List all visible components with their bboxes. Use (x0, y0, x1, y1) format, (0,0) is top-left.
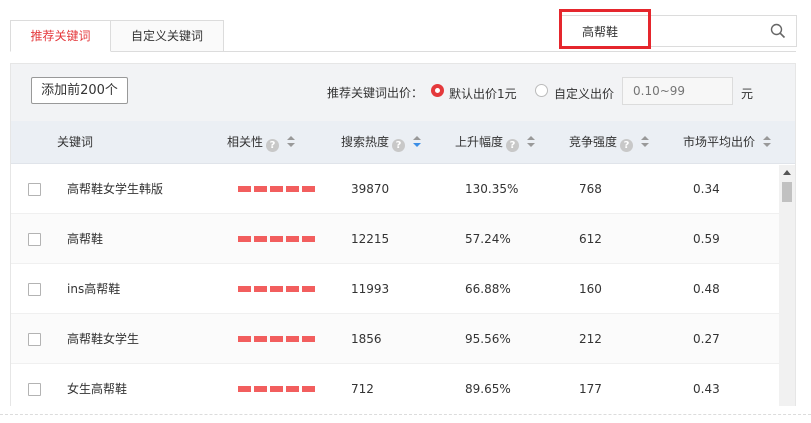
table-row: ins高帮鞋 11993 66.88% 160 0.48 (11, 264, 795, 314)
radio-custom-bid[interactable] (535, 84, 548, 97)
scroll-up-icon[interactable] (783, 170, 791, 175)
table-header: 关键词 相关性? 搜索热度? 上升幅度? 竞争强度? 市场平均出价 (11, 121, 795, 164)
table-body: 高帮鞋女学生韩版 39870 130.35% 768 0.34 高帮鞋 1221… (11, 164, 795, 407)
search-heat-cell: 11993 (351, 282, 390, 296)
help-icon[interactable]: ? (620, 139, 634, 152)
radio-default-bid[interactable] (431, 84, 444, 97)
search-icon[interactable] (770, 23, 786, 39)
rise-cell: 66.88% (465, 282, 511, 296)
add-top-200-button[interactable]: 添加前200个 (31, 77, 128, 104)
bottom-divider (0, 414, 811, 415)
sort-icon[interactable] (641, 136, 650, 148)
row-checkbox[interactable] (28, 233, 41, 246)
help-icon[interactable]: ? (392, 139, 406, 152)
scroll-thumb[interactable] (782, 182, 792, 202)
row-checkbox[interactable] (28, 333, 41, 346)
rise-cell: 130.35% (465, 182, 519, 196)
keyword-cell: 高帮鞋女学生韩版 (67, 182, 164, 196)
search-heat-cell: 12215 (351, 232, 390, 246)
keyword-cell: ins高帮鞋 (67, 282, 121, 296)
tab-underline (224, 51, 796, 52)
avg-bid-cell: 0.27 (693, 332, 720, 346)
keyword-cell: 高帮鞋女学生 (67, 332, 140, 346)
help-icon[interactable]: ? (506, 139, 520, 152)
radio-default-bid-label[interactable]: 默认出价1元 (449, 85, 517, 102)
relevance-bars (238, 186, 315, 192)
row-checkbox[interactable] (28, 383, 41, 396)
keyword-tabs: 推荐关键词 自定义关键词 (10, 20, 224, 52)
competition-cell: 212 (579, 332, 602, 346)
table-row: 高帮鞋女学生韩版 39870 130.35% 768 0.34 (11, 164, 795, 214)
sort-desc-icon[interactable] (413, 136, 422, 148)
sort-icon[interactable] (527, 136, 536, 148)
search-input[interactable] (560, 16, 760, 46)
avg-bid-cell: 0.59 (693, 232, 720, 246)
avg-bid-cell: 0.34 (693, 182, 720, 196)
search-box (559, 15, 797, 47)
rise-cell: 89.65% (465, 382, 511, 396)
table-row: 高帮鞋 12215 57.24% 612 0.59 (11, 214, 795, 264)
sort-icon[interactable] (763, 136, 772, 148)
bid-label: 推荐关键词出价： (327, 86, 424, 100)
relevance-bars (238, 386, 315, 392)
competition-cell: 177 (579, 382, 602, 396)
keyword-table: 关键词 相关性? 搜索热度? 上升幅度? 竞争强度? 市场平均出价 高帮鞋女学生… (11, 121, 795, 407)
table-scrollbar[interactable] (779, 165, 795, 406)
keyword-cell: 女生高帮鞋 (67, 382, 128, 396)
table-row: 女生高帮鞋 712 89.65% 177 0.43 (11, 364, 795, 407)
help-icon[interactable]: ? (266, 139, 280, 152)
radio-custom-bid-label[interactable]: 自定义出价 (554, 85, 614, 102)
header-competition[interactable]: 竞争强度? (569, 121, 650, 164)
keyword-cell: 高帮鞋 (67, 232, 104, 246)
tab-custom-keywords[interactable]: 自定义关键词 (110, 20, 224, 52)
header-search-heat-label: 搜索热度 (341, 135, 390, 149)
rise-cell: 57.24% (465, 232, 511, 246)
header-relevance[interactable]: 相关性? (227, 121, 296, 164)
custom-bid-input[interactable] (622, 77, 733, 105)
bid-unit: 元 (741, 87, 754, 101)
search-heat-cell: 1856 (351, 332, 382, 346)
header-keyword: 关键词 (57, 135, 94, 149)
relevance-bars (238, 286, 315, 292)
keyword-panel: 添加前200个 推荐关键词出价： 默认出价1元 自定义出价 元 关键词 相关性?… (10, 63, 796, 407)
header-rise-label: 上升幅度 (455, 135, 504, 149)
header-avg-bid-label: 市场平均出价 (683, 135, 756, 149)
tab-recommended-keywords[interactable]: 推荐关键词 (10, 20, 111, 52)
search-heat-cell: 39870 (351, 182, 390, 196)
header-search-heat[interactable]: 搜索热度? (341, 121, 422, 164)
header-competition-label: 竞争强度 (569, 135, 618, 149)
table-row: 高帮鞋女学生 1856 95.56% 212 0.27 (11, 314, 795, 364)
competition-cell: 768 (579, 182, 602, 196)
row-checkbox[interactable] (28, 283, 41, 296)
avg-bid-cell: 0.43 (693, 382, 720, 396)
rise-cell: 95.56% (465, 332, 511, 346)
header-avg-bid[interactable]: 市场平均出价 (683, 121, 772, 164)
avg-bid-cell: 0.48 (693, 282, 720, 296)
search-heat-cell: 712 (351, 382, 374, 396)
header-rise[interactable]: 上升幅度? (455, 121, 536, 164)
row-checkbox[interactable] (28, 183, 41, 196)
sort-icon[interactable] (287, 136, 296, 148)
competition-cell: 612 (579, 232, 602, 246)
relevance-bars (238, 336, 315, 342)
relevance-bars (238, 236, 315, 242)
competition-cell: 160 (579, 282, 602, 296)
header-relevance-label: 相关性 (227, 135, 264, 149)
